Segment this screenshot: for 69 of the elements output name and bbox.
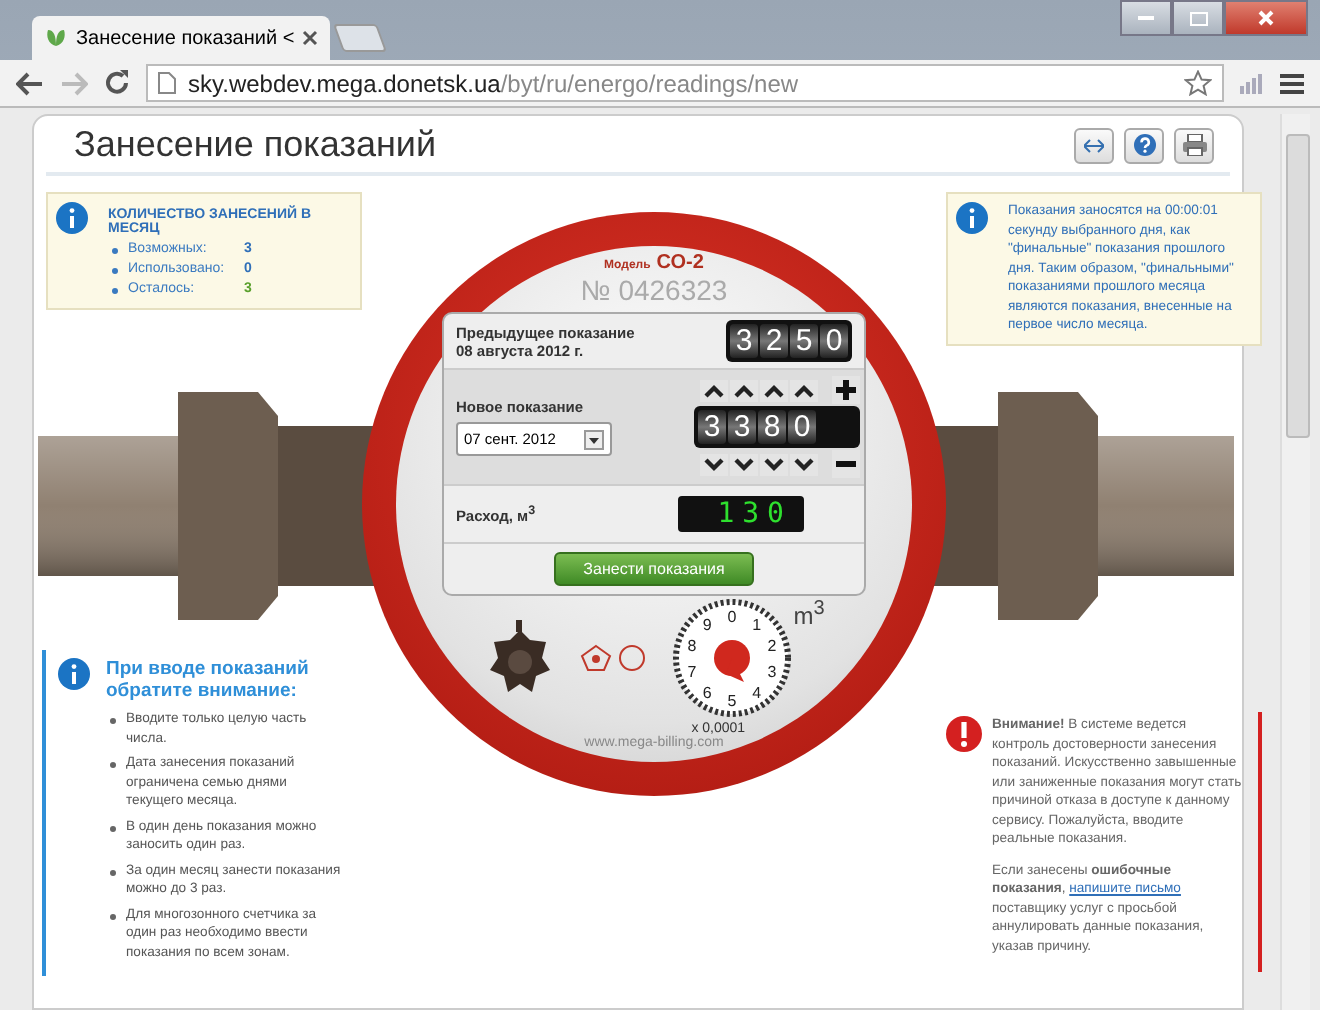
counter-digit: 3 <box>728 410 756 444</box>
consumption-display: 130 <box>677 496 804 532</box>
decrement-icon[interactable] <box>730 453 758 475</box>
dial-number: 3 <box>766 663 776 681</box>
browser-tab[interactable]: Занесение показаний < <box>32 16 331 60</box>
page-icon <box>158 72 176 94</box>
back-icon[interactable] <box>16 71 44 95</box>
counter-digit: 5 <box>790 324 818 358</box>
star-icon[interactable] <box>1184 70 1212 96</box>
serial-number: № 0426323 <box>580 274 728 306</box>
dial-drawing <box>672 599 791 717</box>
plus-icon[interactable] <box>832 376 860 404</box>
bullet <box>110 762 116 768</box>
notice-title: При вводе показаний обратите внимание: <box>106 658 311 702</box>
minus-icon[interactable] <box>832 450 860 478</box>
address-bar[interactable]: sky.webdev.mega.donetsk.ua/byt/ru/energo/readings/new <box>146 64 1224 102</box>
bullet <box>112 287 118 293</box>
decrement-icon[interactable] <box>760 453 788 475</box>
dial-unit: m$^{3}$ <box>793 598 825 630</box>
printer-icon[interactable] <box>1181 134 1207 156</box>
help-button[interactable] <box>1124 127 1164 163</box>
tab-title: Занесение показаний < <box>76 27 295 49</box>
counter-digit: 0 <box>820 324 848 358</box>
bullet <box>110 825 116 831</box>
certification-marks-icon <box>579 644 648 672</box>
counter-digit: 3 <box>730 324 758 358</box>
decrement-icon[interactable] <box>790 453 818 475</box>
info-icon <box>956 202 988 234</box>
dial-number: 0 <box>727 608 736 626</box>
model-name: СО-2 <box>656 252 704 274</box>
dial-number: 5 <box>727 692 736 710</box>
counter-digit: 0 <box>788 410 816 444</box>
dropdown-icon[interactable] <box>584 429 604 449</box>
bullet <box>112 247 118 253</box>
bullet <box>110 718 116 724</box>
info-icon <box>58 658 90 690</box>
counter-digit: 8 <box>758 410 786 444</box>
close-icon[interactable] <box>302 30 319 46</box>
dial-number: 7 <box>687 663 696 681</box>
increment-icon[interactable] <box>760 379 788 401</box>
print-button[interactable] <box>1174 127 1214 163</box>
close-window-button[interactable] <box>1224 0 1308 36</box>
increment-icon[interactable] <box>700 379 728 401</box>
fullscreen-button[interactable] <box>1074 127 1114 163</box>
increment-icon[interactable] <box>790 379 818 401</box>
reload-icon[interactable] <box>104 70 130 96</box>
counter-digit: 2 <box>760 324 788 358</box>
dial-number: 9 <box>702 616 712 634</box>
maximize-button[interactable] <box>1172 0 1224 36</box>
bullet <box>110 913 116 919</box>
decrement-icon[interactable] <box>700 453 728 475</box>
warning-icon <box>946 716 982 752</box>
bullet <box>112 267 118 273</box>
dial-number: 4 <box>751 684 761 702</box>
minimize-button[interactable] <box>1120 0 1172 36</box>
info-icon <box>56 202 88 234</box>
menu-icon[interactable] <box>1280 73 1304 93</box>
scrollbar[interactable] <box>1280 114 1310 1010</box>
help-icon[interactable] <box>1133 134 1155 156</box>
increment-icon[interactable] <box>730 379 758 401</box>
page-title: Занесение показаний <box>74 124 437 166</box>
counter-digit: 3 <box>698 410 726 444</box>
dial-number: 6 <box>702 684 712 702</box>
dial-number: 8 <box>687 637 696 655</box>
dial-number: 2 <box>766 637 776 655</box>
bullet <box>110 869 116 875</box>
expand-arrows-icon[interactable] <box>1084 137 1104 153</box>
dial-number: 1 <box>751 616 761 634</box>
leaf-icon <box>44 28 68 48</box>
